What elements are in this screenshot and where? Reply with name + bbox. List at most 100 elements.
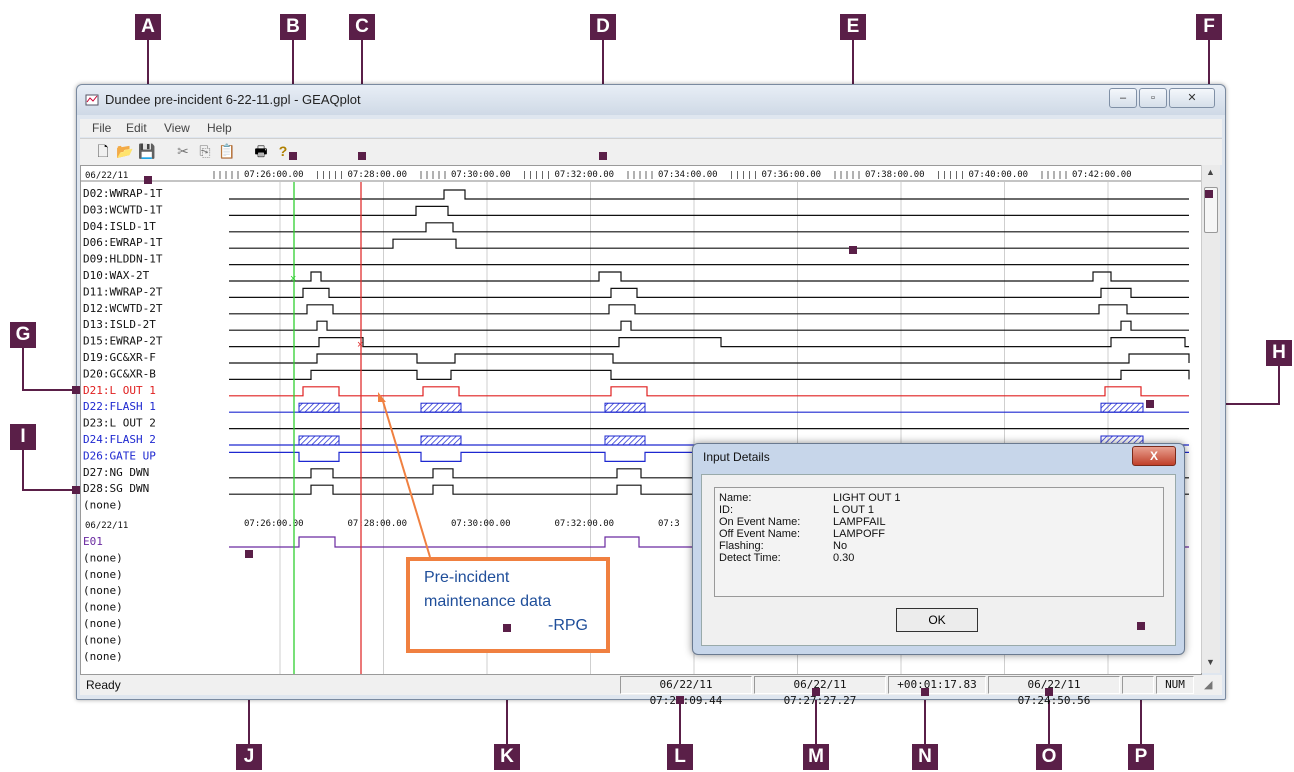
signal-trace (229, 386, 1189, 397)
menu-view[interactable]: View (164, 121, 190, 135)
spacer-field (1122, 676, 1154, 694)
signal-trace (229, 222, 1189, 233)
dialog-close-button[interactable]: X (1132, 446, 1176, 466)
channel-label: D15:EWRAP-2T (83, 335, 163, 348)
dot-f (1205, 190, 1213, 198)
marker-c: C (349, 14, 375, 40)
time-tick-label: 07:40:00.00 (969, 170, 1029, 180)
signal-trace (229, 337, 1189, 348)
label-on-event: On Event Name: (719, 516, 801, 528)
event-channel-label: (none) (83, 633, 123, 646)
dot-o (1045, 688, 1053, 696)
scroll-up-arrow[interactable]: ▲ (1206, 167, 1215, 177)
marker-e: E (840, 14, 866, 40)
time-tick-label: 07:26:00.00 (244, 519, 304, 529)
signal-trace (229, 238, 1189, 249)
annotation-callout: Pre-incident maintenance data -RPG (406, 557, 610, 653)
signal-trace (229, 271, 1189, 282)
channel-label: D19:GC&XR-F (83, 351, 156, 364)
signal-trace (229, 304, 1189, 315)
input-details-dialog[interactable]: Input Details X Name: LIGHT OUT 1 ID: L … (692, 443, 1185, 655)
flash-block (604, 435, 646, 446)
scroll-down-arrow[interactable]: ▼ (1206, 657, 1215, 667)
channel-label: D27:NG DWN (83, 466, 149, 479)
ok-button[interactable]: OK (896, 608, 978, 632)
dot-c (358, 152, 366, 160)
resize-grip-icon[interactable]: ◢ (1204, 678, 1212, 691)
channel-label: D21:L OUT 1 (83, 384, 156, 397)
copy-icon[interactable]: ⎘ (196, 142, 214, 160)
time-tick-label: 07:42:00.00 (1072, 170, 1132, 180)
cut-icon[interactable]: ✂ (174, 142, 192, 160)
leader-i-h (22, 489, 74, 491)
open-folder-icon[interactable]: 📂 (116, 142, 134, 160)
flash-block (604, 402, 646, 413)
signal-trace (229, 320, 1189, 331)
dot-b (289, 152, 297, 160)
dot-e (849, 246, 857, 254)
menu-bar: File Edit View Help (80, 119, 1222, 137)
dialog-body: Name: LIGHT OUT 1 ID: L OUT 1 On Event N… (701, 474, 1176, 646)
title-bar[interactable]: Dundee pre-incident 6-22-11.gpl - GEAQpl… (77, 85, 1225, 115)
start-time: 06/22/11 07:24:50.56 (988, 676, 1120, 707)
menu-edit[interactable]: Edit (126, 121, 147, 135)
toolbar: 🗋 📂 💾 ✂ ⎘ 📋 🖶 ? (80, 138, 1222, 165)
time-tick-label: 07:32:00.00 (555, 519, 615, 529)
menu-file[interactable]: File (92, 121, 111, 135)
label-off-event: Off Event Name: (719, 528, 801, 540)
menu-help[interactable]: Help (207, 121, 232, 135)
value-detect-time: 0.30 (833, 552, 855, 564)
time-tick-label: 07:38:00.00 (865, 170, 925, 180)
cursor2-time: 06/22/11 07:27:27.27 (754, 676, 886, 707)
event-channel-label: (none) (83, 601, 123, 614)
marker-a: A (135, 14, 161, 40)
value-flashing: No (833, 540, 848, 552)
channel-label: D20:GC&XR-B (83, 367, 156, 380)
signal-trace (229, 287, 1189, 298)
marker-o: O (1036, 744, 1062, 770)
cursor-mark-red: × (357, 339, 363, 351)
flash-block (420, 435, 462, 446)
leader-h-v (1278, 366, 1280, 404)
time-tick-label: 07:3 (658, 519, 680, 529)
value-off-event: LAMPOFF (833, 528, 885, 540)
flash-block (420, 402, 462, 413)
channel-label: D24:FLASH 2 (83, 433, 156, 446)
save-icon[interactable]: 💾 (138, 142, 156, 160)
vertical-scrollbar[interactable]: ▲ ▼ (1201, 165, 1220, 673)
event-channel-label: E01 (83, 535, 103, 548)
callout-line3: -RPG (548, 617, 588, 634)
dialog-title: Input Details (703, 450, 770, 464)
dot-d (599, 152, 607, 160)
dot-i (72, 486, 80, 494)
channel-label: D23:L OUT 2 (83, 417, 156, 430)
signal-trace (229, 369, 1190, 380)
dot-j (245, 550, 253, 558)
cursor1-time: 06/22/11 07:26:09.44 (620, 676, 752, 707)
print-icon[interactable]: 🖶 (252, 142, 270, 160)
event-channel-label: (none) (83, 617, 123, 630)
time-tick-label: 07:26:00.00 (244, 170, 304, 180)
time-tick-label: 07:28:00.00 (348, 519, 408, 529)
paste-icon[interactable]: 📋 (218, 142, 236, 160)
channel-label: D02:WWRAP-1T (83, 187, 163, 200)
maximize-button[interactable]: ▫ (1139, 88, 1167, 108)
time-tick-label: 07:34:00.00 (658, 170, 718, 180)
label-flashing: Flashing: (719, 540, 764, 552)
dot-k (503, 624, 511, 632)
details-box: Name: LIGHT OUT 1 ID: L OUT 1 On Event N… (714, 487, 1164, 597)
time-tick-label: 07:30:00.00 (451, 170, 511, 180)
time-tick-label: 07:32:00.00 (555, 170, 615, 180)
new-file-icon[interactable]: 🗋 (94, 142, 112, 160)
delta-time: +00:01:17.83 (888, 676, 986, 694)
event-channel-label: (none) (83, 568, 123, 581)
marker-k: K (494, 744, 520, 770)
leader-g-v (22, 348, 24, 390)
marker-f: F (1196, 14, 1222, 40)
leader-g-h (22, 389, 74, 391)
minimize-button[interactable]: – (1109, 88, 1137, 108)
channel-label: D28:SG DWN (83, 482, 149, 495)
marker-i: I (10, 424, 36, 450)
dot-m (812, 688, 820, 696)
close-window-button[interactable]: ✕ (1169, 88, 1215, 108)
